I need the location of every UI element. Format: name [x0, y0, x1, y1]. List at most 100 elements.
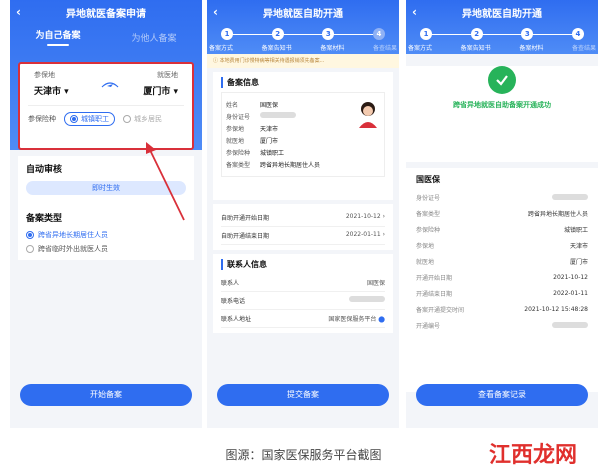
detail-label: 备案开通提交时间 — [416, 306, 465, 314]
start-filing-button[interactable]: 开始备案 — [20, 384, 192, 406]
step-line — [227, 34, 379, 35]
top-bar: ‹ 异地就医备案申请 — [10, 0, 202, 24]
field-label: 参保险种 — [226, 150, 251, 157]
insured-city-select[interactable]: 天津市 ▾ — [34, 84, 69, 97]
back-icon[interactable]: ‹ — [412, 5, 417, 19]
result-details: 国医保 身份证号 备案类型 跨省异地长期居住人员 参保险种 城镇职工 参保地 天津市 … — [406, 168, 598, 392]
redacted-value — [552, 194, 588, 200]
step-label: 备案材料 — [320, 45, 345, 52]
page-title: 异地就医自助开通 — [263, 8, 343, 20]
detail-value: 厦门市 — [569, 258, 588, 266]
field-value: 国医保 — [260, 102, 279, 109]
radio-unchecked-icon — [26, 245, 34, 253]
treatment-city-select[interactable]: 厦门市 ▾ — [143, 84, 178, 97]
page-title: 异地就医备案申请 — [66, 8, 146, 20]
step-indicator: 1 2 3 4 — [406, 24, 598, 40]
detail-label: 参保地 — [416, 242, 435, 250]
redacted-value — [260, 112, 296, 118]
detail-value: 2021-10-12 15:48:28 — [524, 305, 588, 313]
back-icon[interactable]: ‹ — [16, 5, 21, 19]
step-2: 2 — [470, 28, 483, 40]
end-date-value: 2022-01-11 › — [345, 231, 385, 238]
annotation-arrow-icon — [146, 142, 185, 221]
top-bar: ‹ 异地就医自助开通 — [406, 0, 598, 24]
insurance-option-resident[interactable]: 城乡居民 — [123, 114, 162, 124]
filing-option-long-term[interactable]: 跨省异地长期居住人员 — [26, 230, 186, 240]
tab-self[interactable]: 为自己备案 — [10, 28, 106, 46]
header-bg: ‹ 异地就医自助开通 1 2 3 4 备案方式 备案告知书 备案材料 备查结果 — [207, 0, 399, 54]
step-line — [426, 34, 578, 35]
redacted-value — [552, 322, 588, 328]
screenshot-collage: ‹ 异地就医备案申请 为自己备案 为他人备案 参保地 就医地 天津市 ▾ 厦门市… — [0, 0, 607, 476]
location-pin-icon: ⬤ — [378, 316, 385, 323]
field-label: 姓名 — [226, 102, 239, 109]
start-date-value: 2021-10-12 › — [345, 213, 385, 220]
field-value: 厦门市 — [260, 138, 279, 145]
detail-value: 2021-10-12 — [553, 273, 588, 281]
contact-name-label: 联系人 — [221, 280, 240, 287]
filing-info-title: 备案信息 — [221, 77, 385, 88]
contact-phone-input[interactable] — [349, 296, 385, 302]
step-label: 备案方式 — [408, 45, 433, 52]
detail-label: 身份证号 — [416, 194, 441, 202]
detail-value: 城镇职工 — [563, 226, 588, 234]
contact-phone-label: 联系电话 — [221, 298, 246, 305]
step-label: 备查结果 — [372, 45, 397, 52]
end-date-label: 自助开通结束日期 — [221, 233, 270, 240]
detail-value: 跨省异地长期居住人员 — [527, 210, 588, 218]
detail-label: 备案类型 — [416, 210, 441, 218]
treatment-place-label: 就医地 — [157, 71, 178, 79]
plane-icon — [101, 82, 119, 88]
step-2: 2 — [271, 28, 284, 40]
submit-filing-button[interactable]: 提交备案 — [217, 384, 389, 406]
date-card: 自助开通开始日期 2021-10-12 › 自助开通结束日期 2022-01-1… — [213, 204, 393, 250]
detail-label: 开通编号 — [416, 322, 441, 330]
detail-value: 2022-01-11 — [553, 289, 588, 297]
step-label: 备案方式 — [209, 45, 234, 52]
header-bg: ‹ 异地就医自助开通 1 2 3 4 备案方式 备案告知书 备案材料 备查结果 — [406, 0, 598, 54]
step-3: 3 — [521, 28, 534, 40]
info-icon: ⓘ — [213, 58, 220, 64]
detail-label: 参保险种 — [416, 226, 441, 234]
start-date-label: 自助开通开始日期 — [221, 215, 270, 222]
insured-place-label: 参保地 — [34, 71, 55, 79]
check-icon — [488, 66, 516, 94]
step-labels: 备案方式 备案告知书 备案材料 备查结果 — [207, 40, 399, 52]
notice-banner: ⓘ 本地费用门诊慢特病等相关待遇报销须先备案... — [207, 54, 399, 68]
radio-checked-icon — [26, 231, 34, 239]
contact-address-input[interactable]: 国家医保服务平台 ⬤ — [328, 314, 385, 323]
tab-other[interactable]: 为他人备案 — [106, 31, 202, 44]
success-panel: 跨省异地就医自助备案开通成功 — [406, 66, 598, 162]
contact-name-input[interactable]: 国医保 — [367, 278, 385, 287]
success-message: 跨省异地就医自助备案开通成功 — [453, 101, 551, 109]
step-label: 备案告知书 — [261, 45, 292, 52]
step-label: 备查结果 — [571, 45, 596, 52]
phone-screen-result: ‹ 异地就医自助开通 1 2 3 4 备案方式 备案告知书 备案材料 备查结果 … — [406, 0, 598, 428]
view-records-button[interactable]: 查看备案记录 — [416, 384, 588, 406]
field-label: 就医地 — [226, 138, 245, 145]
step-4: 4 — [571, 28, 584, 40]
field-label: 身份证号 — [226, 114, 251, 121]
step-label: 备案告知书 — [460, 45, 491, 52]
top-bar: ‹ 异地就医自助开通 — [207, 0, 399, 24]
step-3: 3 — [322, 28, 335, 40]
step-1: 1 — [420, 28, 432, 40]
detail-label: 就医地 — [416, 258, 435, 266]
end-date-row[interactable]: 自助开通结束日期 2022-01-11 › — [221, 227, 385, 245]
field-value: 天津市 — [260, 126, 279, 133]
phone-screen-form: ‹ 异地就医自助开通 1 2 3 4 备案方式 备案告知书 备案材料 备查结果 … — [207, 0, 399, 428]
filing-option-temporary[interactable]: 跨省临时外出就医人员 — [26, 244, 186, 254]
insurance-option-employee[interactable]: 城镇职工 — [64, 112, 115, 126]
tab-bar: 为自己备案 为他人备案 — [10, 24, 202, 50]
field-value: 跨省异地长期居住人员 — [260, 162, 321, 169]
detail-value: 天津市 — [569, 242, 588, 250]
contact-card: 联系人信息 联系人 国医保 联系电话 联系人地址 国家医保服务平台 ⬤ — [213, 254, 393, 333]
start-date-row[interactable]: 自助开通开始日期 2021-10-12 › — [221, 209, 385, 227]
step-4: 4 — [372, 28, 385, 40]
back-icon[interactable]: ‹ — [213, 5, 218, 19]
detail-label: 开通结束日期 — [416, 290, 453, 298]
watermark-logo: 江西龙网 — [489, 443, 577, 468]
filing-info-card: 备案信息 姓名 国医保 身份证号 参保地 天津市 就医地 厦门市 参保险种 城镇职工 备… — [213, 72, 393, 200]
step-labels: 备案方式 备案告知书 备案材料 备查结果 — [406, 40, 598, 52]
field-value: 城镇职工 — [260, 150, 285, 157]
